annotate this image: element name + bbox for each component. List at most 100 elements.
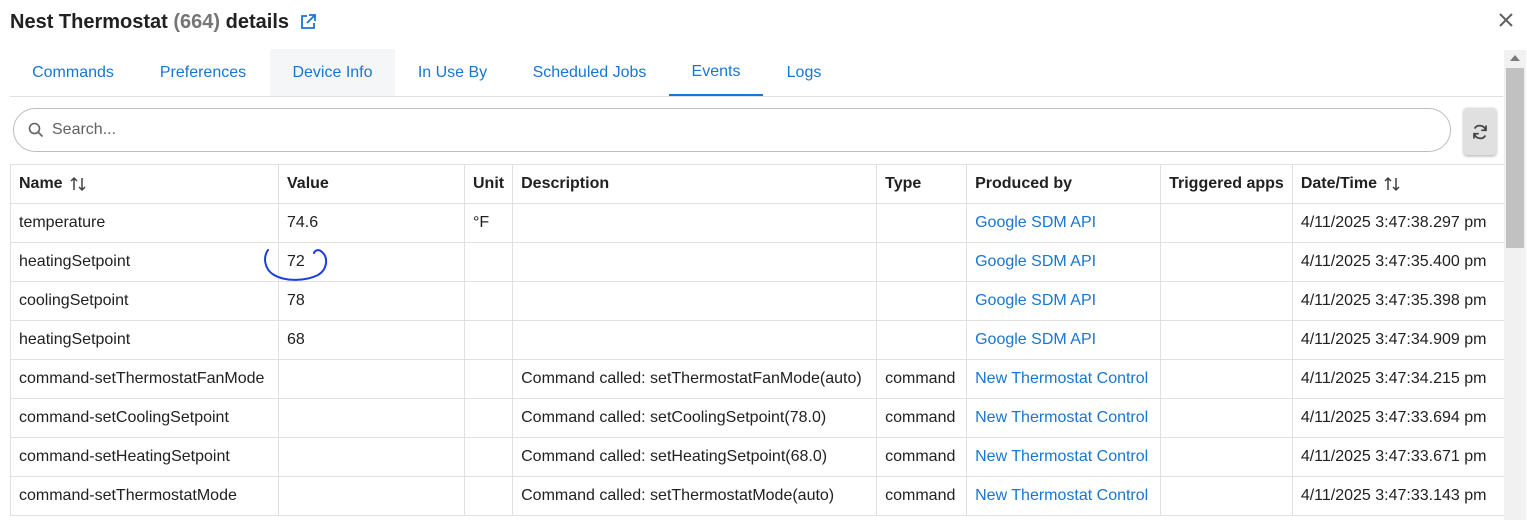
cell-datetime: 4/11/2025 3:47:33.671 pm — [1291, 437, 1506, 477]
cell-triggered-apps — [1160, 320, 1293, 360]
tab-commands[interactable]: Commands — [10, 49, 136, 96]
cell-type: command — [876, 398, 968, 438]
cell-datetime: 4/11/2025 3:47:33.143 pm — [1291, 476, 1506, 516]
table-row[interactable]: heatingSetpoint 68 Google SDM API 4/11/2025… — [10, 320, 1506, 360]
table-row[interactable]: temperature 74.6 °F Google SDM API 4/11/2025… — [10, 203, 1506, 243]
cell-description: Command called: setHeatingSetpoint(68.0) — [512, 437, 878, 477]
column-header-type: Type — [876, 164, 968, 204]
table-row[interactable]: command-setThermostatFanMode Command call… — [10, 359, 1506, 399]
cell-value — [278, 437, 465, 477]
column-header-value: Value — [278, 164, 465, 204]
table-row[interactable]: command-setThermostatMode Command called:… — [10, 476, 1506, 516]
cell-value: 68 — [278, 320, 465, 360]
events-table: Name Value Unit Description Type Produce… — [10, 164, 1506, 516]
cell-name: temperature — [10, 203, 279, 243]
tab-logs[interactable]: Logs — [763, 49, 845, 96]
cell-unit — [463, 320, 514, 360]
search-input[interactable] — [50, 120, 1434, 140]
cell-unit — [463, 359, 514, 399]
cell-value: 72 — [278, 242, 465, 282]
dialog-title: Nest Thermostat (664) details — [10, 10, 289, 33]
cell-datetime: 4/11/2025 3:47:35.398 pm — [1291, 281, 1506, 321]
cell-triggered-apps — [1160, 203, 1293, 243]
cell-description: Command called: setThermostatFanMode(aut… — [512, 359, 878, 399]
cell-name: command-setThermostatFanMode — [10, 359, 279, 399]
table-row[interactable]: command-setHeatingSetpoint Command called… — [10, 437, 1506, 477]
tab-preferences[interactable]: Preferences — [136, 49, 270, 96]
cell-type — [876, 242, 968, 282]
column-header-unit: Unit — [463, 164, 514, 204]
cell-type — [876, 320, 968, 360]
search-icon — [28, 122, 44, 138]
tab-events[interactable]: Events — [669, 49, 763, 96]
cell-unit — [463, 242, 514, 282]
cell-datetime: 4/11/2025 3:47:34.909 pm — [1291, 320, 1506, 360]
cell-value — [278, 398, 465, 438]
cell-unit: °F — [463, 203, 514, 243]
produced-by-link[interactable]: Google SDM API — [966, 242, 1162, 282]
produced-by-link[interactable]: New Thermostat Control — [966, 476, 1162, 516]
dialog-header: Nest Thermostat (664) details — [10, 8, 317, 36]
column-header-datetime[interactable]: Date/Time — [1291, 164, 1506, 204]
scrollbar-thumb[interactable] — [1506, 68, 1524, 248]
cell-unit — [463, 437, 514, 477]
table-row[interactable]: coolingSetpoint 78 Google SDM API 4/11/2025… — [10, 281, 1506, 321]
scroll-up-arrow-icon[interactable] — [1510, 55, 1520, 61]
cell-description — [512, 320, 878, 360]
cell-type: command — [876, 476, 968, 516]
cell-triggered-apps — [1160, 242, 1293, 282]
cell-type — [876, 203, 968, 243]
column-header-name[interactable]: Name — [10, 164, 279, 204]
cell-name: heatingSetpoint — [10, 242, 279, 282]
cell-triggered-apps — [1160, 476, 1293, 516]
sort-icon[interactable] — [69, 175, 87, 193]
cell-value — [278, 359, 465, 399]
cell-unit — [463, 476, 514, 516]
produced-by-link[interactable]: New Thermostat Control — [966, 398, 1162, 438]
event-count: (664) — [173, 10, 221, 33]
produced-by-link[interactable]: Google SDM API — [966, 203, 1162, 243]
refresh-button[interactable] — [1464, 108, 1496, 155]
column-header-produced-by: Produced by — [966, 164, 1162, 204]
cell-name: command-setCoolingSetpoint — [10, 398, 279, 438]
cell-description — [512, 203, 878, 243]
cell-datetime: 4/11/2025 3:47:38.297 pm — [1291, 203, 1506, 243]
cell-unit — [463, 281, 514, 321]
cell-description — [512, 242, 878, 282]
cell-datetime: 4/11/2025 3:47:35.400 pm — [1291, 242, 1506, 282]
cell-triggered-apps — [1160, 359, 1293, 399]
external-link-icon[interactable] — [299, 13, 317, 31]
produced-by-link[interactable]: New Thermostat Control — [966, 437, 1162, 477]
cell-value: 78 — [278, 281, 465, 321]
cell-value — [278, 476, 465, 516]
produced-by-link[interactable]: New Thermostat Control — [966, 359, 1162, 399]
cell-datetime: 4/11/2025 3:47:33.694 pm — [1291, 398, 1506, 438]
cell-type: command — [876, 437, 968, 477]
cell-name: command-setThermostatMode — [10, 476, 279, 516]
table-row[interactable]: command-setCoolingSetpoint Command called… — [10, 398, 1506, 438]
cell-unit — [463, 398, 514, 438]
tab-device-info[interactable]: Device Info — [270, 49, 395, 96]
cell-type: command — [876, 359, 968, 399]
cell-value: 74.6 — [278, 203, 465, 243]
tab-in-use-by[interactable]: In Use By — [395, 49, 510, 96]
tab-bar: Commands Preferences Device Info In Use … — [10, 49, 1503, 97]
sort-icon[interactable] — [1383, 175, 1401, 193]
cell-name: command-setHeatingSetpoint — [10, 437, 279, 477]
cell-description: Command called: setCoolingSetpoint(78.0) — [512, 398, 878, 438]
table-header-row: Name Value Unit Description Type Produce… — [10, 164, 1506, 204]
cell-type — [876, 281, 968, 321]
cell-triggered-apps — [1160, 281, 1293, 321]
cell-name: heatingSetpoint — [10, 320, 279, 360]
produced-by-link[interactable]: Google SDM API — [966, 320, 1162, 360]
search-box — [13, 108, 1451, 152]
cell-datetime: 4/11/2025 3:47:34.215 pm — [1291, 359, 1506, 399]
cell-name: coolingSetpoint — [10, 281, 279, 321]
tab-scheduled-jobs[interactable]: Scheduled Jobs — [510, 49, 669, 96]
cell-triggered-apps — [1160, 437, 1293, 477]
cell-triggered-apps — [1160, 398, 1293, 438]
close-icon[interactable] — [1497, 11, 1515, 29]
refresh-icon — [1473, 124, 1487, 139]
produced-by-link[interactable]: Google SDM API — [966, 281, 1162, 321]
table-row[interactable]: heatingSetpoint 72 Google SDM API 4/11/2025… — [10, 242, 1506, 282]
